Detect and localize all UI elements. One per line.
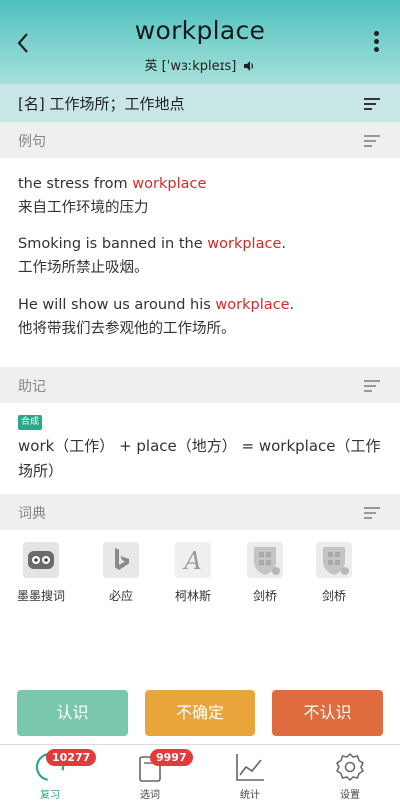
section-title: 助记 (18, 379, 46, 395)
example-english: He will show us around his workplace. (18, 293, 294, 317)
dictionary-cambridge-2[interactable]: 剑桥 (299, 542, 369, 604)
phonetic: 英 [ˈwɜːkpleɪs] (0, 55, 400, 76)
dictionary-collins[interactable]: A 柯林斯 (158, 542, 228, 604)
section-dictionaries-header: 词典 (0, 494, 400, 530)
more-options-button[interactable] (372, 31, 380, 55)
word-header: workplace 英 [ˈwɜːkpleɪs] (0, 0, 400, 84)
example-english: the stress from workplace (18, 172, 206, 196)
cambridge-shield-icon (316, 542, 352, 578)
example-sentence: Smoking is banned in the workplace. 工作场所… (18, 232, 286, 280)
gear-icon (336, 753, 364, 781)
sort-icon[interactable] (364, 135, 380, 147)
bing-icon (103, 542, 139, 578)
mnemonic-text: work（工作） + place（地方） = workplace（工作场所） (18, 437, 381, 480)
bottom-tab-bar: 10277 复习 9997 选词 统计 设置 (0, 744, 400, 805)
unknown-button[interactable]: 不认识 (272, 690, 383, 736)
section-examples-header: 例句 (0, 122, 400, 158)
svg-text:A: A (182, 547, 201, 575)
phonetic-prefix: 英 [ˈ (144, 59, 171, 74)
example-chinese: 来自工作环境的压力 (18, 200, 149, 216)
tab-label: 复习 (40, 790, 60, 801)
example-highlight: workplace (132, 176, 207, 192)
example-english: Smoking is banned in the workplace. (18, 232, 286, 256)
tab-label: 统计 (240, 790, 260, 801)
sort-icon[interactable] (364, 98, 380, 110)
example-highlight: workplace (215, 297, 290, 313)
more-dot (373, 31, 379, 36)
collins-icon: A (175, 542, 211, 578)
example-text: . (281, 236, 286, 252)
mnemonic-type-badge: 合成 (18, 415, 43, 430)
review-count-badge: 10277 (46, 749, 97, 766)
example-chinese: 他将带我们去参观他的工作场所。 (18, 321, 236, 337)
example-text: the stress from (18, 176, 133, 192)
section-title: 例句 (18, 134, 46, 150)
definition-text: [名] 工作场所；工作地点 (18, 95, 185, 113)
example-chinese: 工作场所禁止吸烟。 (18, 260, 149, 276)
know-button[interactable]: 认识 (17, 690, 128, 736)
unsure-button[interactable]: 不确定 (145, 690, 255, 736)
cambridge-shield-icon (247, 542, 283, 578)
dictionary-momo[interactable]: 墨墨搜词 (6, 542, 76, 604)
section-title: 词典 (18, 506, 46, 522)
example-text: Smoking is banned in the (18, 236, 208, 252)
dictionary-label: 剑桥 (321, 589, 346, 603)
word-title: workplace (134, 16, 266, 45)
tab-review[interactable]: 10277 复习 (0, 745, 100, 805)
line-chart-icon (236, 754, 264, 781)
example-sentence: the stress from workplace 来自工作环境的压力 (18, 172, 206, 220)
select-count-badge: 9997 (150, 749, 193, 766)
speaker-icon[interactable] (243, 60, 255, 76)
phonetic-text: wɜːkpleɪs] (170, 59, 237, 74)
more-dot (373, 47, 379, 52)
example-text: He will show us around his (18, 297, 216, 313)
tab-select-words[interactable]: 9997 选词 (100, 745, 200, 805)
example-highlight: workplace (207, 236, 282, 252)
example-text: . (289, 297, 295, 313)
tab-statistics[interactable]: 统计 (200, 745, 300, 805)
more-dot (373, 39, 379, 44)
definition-bar: [名] 工作场所；工作地点 (0, 84, 400, 122)
tab-settings[interactable]: 设置 (300, 745, 400, 805)
sort-icon[interactable] (364, 507, 380, 519)
dictionary-bing[interactable]: 必应 (86, 542, 156, 604)
tab-label: 设置 (340, 790, 360, 801)
dictionary-label: 墨墨搜词 (16, 589, 65, 603)
dictionary-label: 剑桥 (252, 589, 277, 603)
tab-label: 选词 (140, 790, 160, 801)
momo-owl-icon (23, 542, 59, 578)
dictionary-label: 柯林斯 (174, 589, 211, 603)
dictionary-label: 必应 (108, 589, 133, 603)
example-sentence: He will show us around his workplace. 他将… (18, 293, 294, 341)
section-mnemonic-header: 助记 (0, 367, 400, 403)
dictionary-cambridge[interactable]: 剑桥 (230, 542, 300, 604)
sort-icon[interactable] (364, 380, 380, 392)
